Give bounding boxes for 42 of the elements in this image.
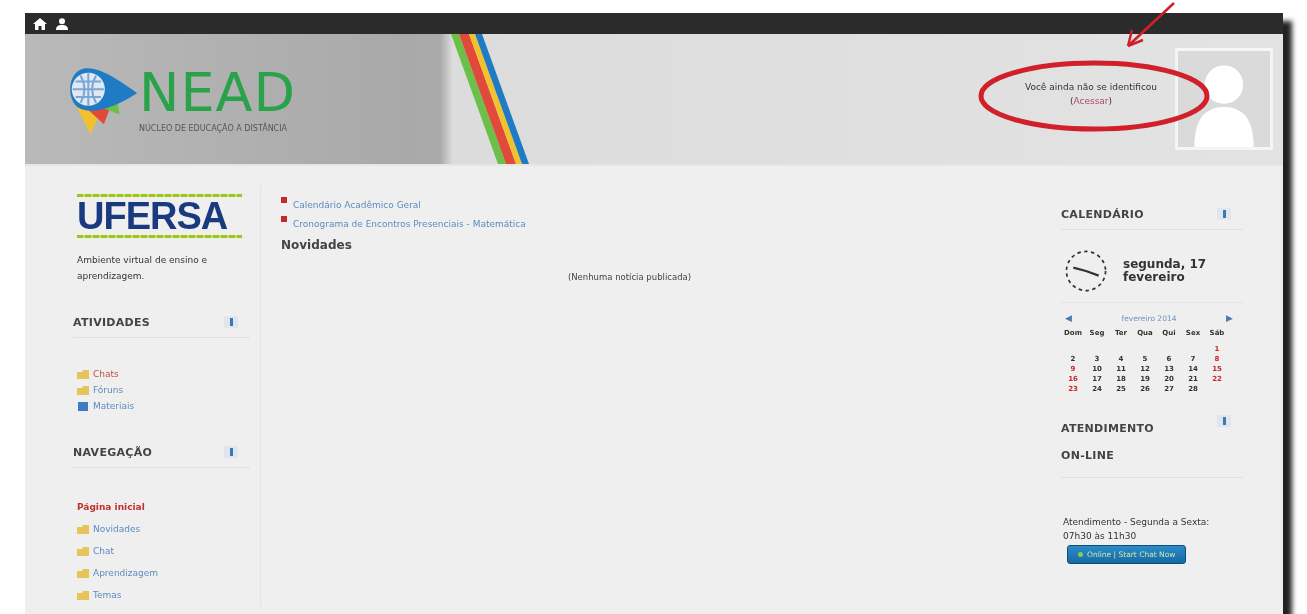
section-heading: Novidades xyxy=(281,238,353,252)
file-icon xyxy=(77,401,89,412)
sidebar-link[interactable]: Temas xyxy=(93,590,122,601)
block-title: ATIVIDADES xyxy=(73,316,151,330)
logo-subtitle: NÚCLEO DE EDUCAÇÃO A DISTÂNCIA xyxy=(139,123,289,133)
block-title: NAVEGAÇÃO xyxy=(73,446,153,460)
date-text: segunda, 17 fevereiro xyxy=(1123,258,1208,284)
folder-icon xyxy=(77,385,89,396)
clock-icon xyxy=(1063,248,1109,294)
folder-icon xyxy=(77,590,89,601)
previous-month-button[interactable]: ◀ xyxy=(1065,313,1072,323)
sidebar-link[interactable]: Chats xyxy=(93,369,119,380)
sidebar-link[interactable]: Aprendizagem xyxy=(93,568,159,579)
home-icon[interactable] xyxy=(33,17,47,30)
sidebar-link[interactable]: Chat xyxy=(93,546,115,557)
course-link[interactable]: Cronograma de Encontros Presenciais - Matemática xyxy=(293,219,526,229)
folder-icon xyxy=(77,568,89,579)
folder-icon xyxy=(77,369,89,380)
block-toggle-icon xyxy=(224,316,238,329)
folder-icon xyxy=(77,524,89,535)
block-title: ATENDIMENTO ON-LINE xyxy=(1061,421,1155,464)
next-month-button[interactable]: ▶ xyxy=(1226,313,1233,323)
logo-text: NEAD xyxy=(139,65,297,120)
course-link[interactable]: Calendário Acadêmico Geral xyxy=(293,200,421,210)
sidebar-link[interactable]: Fóruns xyxy=(93,385,124,396)
support-hours-text: Atendimento - Segunda a Sexta: 07h30 às 11h30 xyxy=(1063,516,1211,543)
login-link[interactable]: Acessar xyxy=(1073,96,1109,106)
sidebar-link[interactable]: Materiais xyxy=(93,401,135,412)
bullet-icon xyxy=(281,197,287,203)
bullet-icon xyxy=(281,216,287,222)
folder-icon xyxy=(77,546,89,557)
block-toggle-icon xyxy=(1217,415,1231,427)
sidebar-link[interactable]: Novidades xyxy=(93,524,141,535)
site-description: Ambiente virtual de ensino e aprendizagem. xyxy=(77,254,209,284)
sidebar-link[interactable]: Página inicial xyxy=(77,502,145,513)
block-toggle-icon xyxy=(224,446,238,459)
user-icon[interactable] xyxy=(55,17,69,30)
ufersa-logo: UFERSA xyxy=(65,194,242,238)
block-title: CALENDÁRIO xyxy=(1061,208,1144,221)
login-status-text: Você ainda não se identificou (Acessar) xyxy=(1023,80,1159,108)
empty-message: (Nenhuma notícia publicada) xyxy=(567,272,692,282)
block-toggle-icon xyxy=(1217,208,1231,220)
